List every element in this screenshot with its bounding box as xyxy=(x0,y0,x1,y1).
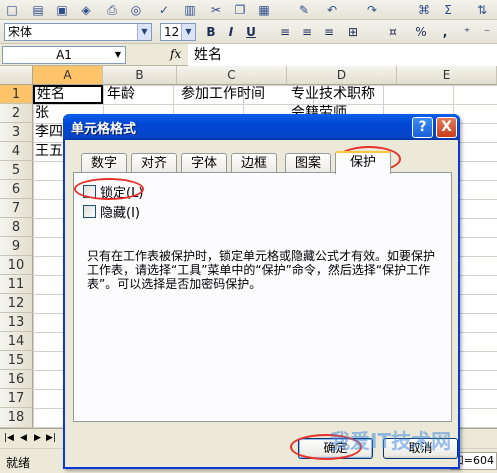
hidden-checkbox[interactable] xyxy=(83,204,96,218)
row-header[interactable]: 1 xyxy=(0,85,33,104)
standard-toolbar: □ ▤ ▣ ◈ ⎙ ◎ ✓ ▥ ✂ ❐ ▦ ✎ ↶ ↷ ⌘ Σ ⇅ xyxy=(0,0,497,20)
watermark-text: 我爱IT技术网 xyxy=(330,429,452,453)
font-name-value: 宋体 xyxy=(8,25,33,39)
align-center-icon[interactable]: ≡ xyxy=(298,24,316,40)
chevron-down-icon[interactable]: ▼ xyxy=(181,24,195,40)
undo-icon[interactable]: ↶ xyxy=(324,2,340,18)
status-ready: 就绪 xyxy=(6,456,31,470)
autosum-icon[interactable]: Σ xyxy=(440,2,456,18)
save-icon[interactable]: ▣ xyxy=(54,2,70,18)
bold-button[interactable]: B xyxy=(202,24,220,40)
tab-protection[interactable]: 保护 xyxy=(335,151,391,174)
select-all-corner[interactable] xyxy=(0,66,33,85)
underline-button[interactable]: U xyxy=(242,24,260,40)
align-right-icon[interactable]: ≡ xyxy=(320,24,338,40)
cut-icon[interactable]: ✂ xyxy=(208,2,224,18)
align-left-icon[interactable]: ≡ xyxy=(276,24,294,40)
locked-checkbox[interactable] xyxy=(83,184,96,198)
formula-bar: A1 ▼ fx 姓名 xyxy=(0,44,497,66)
row-header[interactable]: 13 xyxy=(0,313,33,332)
column-header-e[interactable]: E xyxy=(397,66,497,85)
row-header[interactable]: 14 xyxy=(0,332,33,351)
column-header-a[interactable]: A xyxy=(33,66,103,85)
print-preview-icon[interactable]: ◎ xyxy=(128,2,144,18)
formatting-toolbar: 宋体 ▼ 12 ▼ B I U ≡ ≡ ≡ ⊞ ¤ % , ⁺ ⁻ xyxy=(0,20,497,44)
locked-checkbox-row[interactable]: 锁定(L) xyxy=(83,183,144,201)
chevron-down-icon[interactable]: ▼ xyxy=(111,47,125,63)
cell-d1[interactable]: 专业技术职称 xyxy=(289,85,399,104)
print-icon[interactable]: ⎙ xyxy=(104,2,120,18)
name-box-value: A1 xyxy=(56,48,72,62)
percent-button[interactable]: % xyxy=(412,24,430,40)
permission-icon[interactable]: ◈ xyxy=(78,2,94,18)
help-button[interactable]: ? xyxy=(412,117,433,138)
currency-icon[interactable]: ¤ xyxy=(384,24,402,40)
chevron-down-icon[interactable]: ▼ xyxy=(137,24,151,40)
merge-center-icon[interactable]: ⊞ xyxy=(344,24,362,40)
row-header[interactable]: 7 xyxy=(0,199,33,218)
new-file-icon[interactable]: □ xyxy=(4,2,20,18)
format-cells-dialog: 单元格格式 ? X 数字 对齐 字体 边框 图案 保护 锁定(L) 隐藏(I) … xyxy=(63,114,460,469)
name-box[interactable]: A1 ▼ xyxy=(2,46,126,64)
column-header-b[interactable]: B xyxy=(103,66,177,85)
increase-decimal-icon[interactable]: ⁺ xyxy=(458,24,476,40)
row-header[interactable]: 12 xyxy=(0,294,33,313)
row-header[interactable]: 9 xyxy=(0,237,33,256)
redo-icon[interactable]: ↷ xyxy=(364,2,380,18)
comma-button[interactable]: , xyxy=(436,24,454,40)
row-header[interactable]: 6 xyxy=(0,180,33,199)
font-size-value: 12 xyxy=(164,25,180,39)
locked-label: 锁定(L) xyxy=(100,185,144,201)
open-folder-icon[interactable]: ▤ xyxy=(30,2,46,18)
hidden-checkbox-row[interactable]: 隐藏(I) xyxy=(83,203,140,221)
format-painter-icon[interactable]: ✎ xyxy=(296,2,312,18)
cell-b1[interactable]: 年龄 xyxy=(105,85,179,104)
column-header-c[interactable]: C xyxy=(177,66,287,85)
last-sheet-icon[interactable]: ▶| xyxy=(46,433,56,443)
row-header[interactable]: 15 xyxy=(0,351,33,370)
tab-alignment[interactable]: 对齐 xyxy=(131,153,177,173)
column-header-d[interactable]: D xyxy=(287,66,397,85)
tab-patterns[interactable]: 图案 xyxy=(285,153,331,173)
row-header[interactable]: 2 xyxy=(0,104,33,123)
protection-description: 只有在工作表被保护时，锁定单元格或隐藏公式才有效。如要保护工作表，请选择“工具”… xyxy=(87,249,436,291)
cell-a1[interactable]: 姓名 xyxy=(33,85,103,104)
hyperlink-icon[interactable]: ⌘ xyxy=(416,2,432,18)
decrease-decimal-icon[interactable]: ⁻ xyxy=(478,24,496,40)
dialog-titlebar[interactable]: 单元格格式 ? X xyxy=(63,114,460,140)
paste-icon[interactable]: ▦ xyxy=(256,2,272,18)
row-header[interactable]: 17 xyxy=(0,389,33,408)
spelling-icon[interactable]: ✓ xyxy=(156,2,172,18)
prev-sheet-icon[interactable]: ◀ xyxy=(20,433,27,443)
font-size-select[interactable]: 12 ▼ xyxy=(160,23,196,41)
cell-c1[interactable]: 参加工作时间 xyxy=(179,85,289,104)
hidden-label: 隐藏(I) xyxy=(100,205,140,221)
sort-icon[interactable]: ⇅ xyxy=(474,2,490,18)
italic-button[interactable]: I xyxy=(222,24,240,40)
row-header[interactable]: 18 xyxy=(0,408,33,428)
copy-icon[interactable]: ❐ xyxy=(232,2,248,18)
row-header[interactable]: 5 xyxy=(0,161,33,180)
first-sheet-icon[interactable]: |◀ xyxy=(4,433,14,443)
protection-panel: 锁定(L) 隐藏(I) 只有在工作表被保护时，锁定单元格或隐藏公式才有效。如要保… xyxy=(73,172,452,422)
formula-input[interactable]: 姓名 xyxy=(188,44,497,66)
dialog-title: 单元格格式 xyxy=(71,122,137,137)
row-header[interactable]: 16 xyxy=(0,370,33,389)
next-sheet-icon[interactable]: ▶ xyxy=(34,433,41,443)
insert-function-button[interactable]: fx xyxy=(170,47,181,61)
row-header[interactable]: 4 xyxy=(0,142,33,161)
close-button[interactable]: X xyxy=(436,117,457,138)
tab-font[interactable]: 字体 xyxy=(181,153,227,173)
row-header[interactable]: 11 xyxy=(0,275,33,294)
tab-number[interactable]: 数字 xyxy=(81,153,127,173)
tab-border[interactable]: 边框 xyxy=(231,153,277,173)
font-name-select[interactable]: 宋体 ▼ xyxy=(4,23,152,41)
row-header[interactable]: 8 xyxy=(0,218,33,237)
row-header[interactable]: 10 xyxy=(0,256,33,275)
research-icon[interactable]: ▥ xyxy=(182,2,198,18)
row-header[interactable]: 3 xyxy=(0,123,33,142)
